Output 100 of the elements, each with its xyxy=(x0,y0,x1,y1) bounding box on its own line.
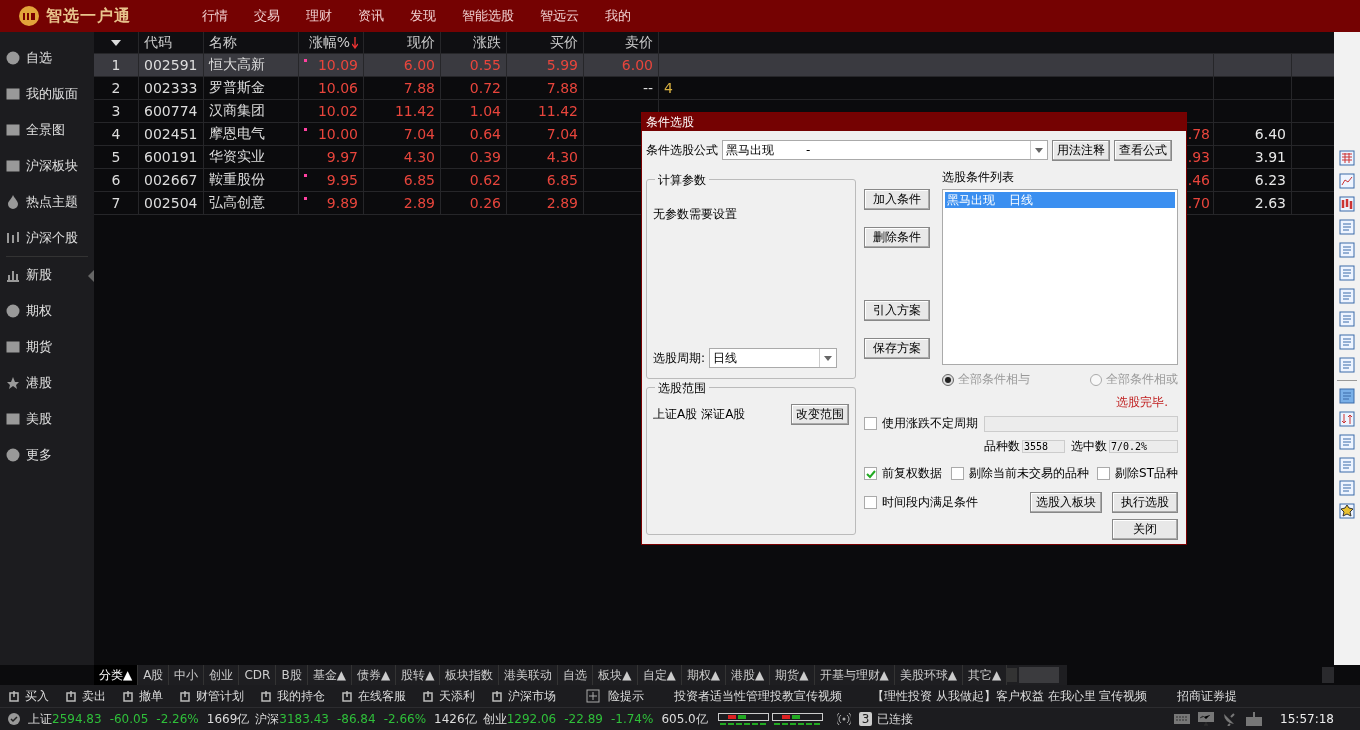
sidebar-item[interactable]: 沪深板块 xyxy=(0,148,80,184)
market-tab[interactable]: 基金▲ xyxy=(307,665,352,685)
table-row[interactable]: 2 002333 罗普斯金 10.06 7.88 0.72 7.88 -- 4 xyxy=(94,77,1334,100)
market-tab[interactable]: 股转▲ xyxy=(396,665,441,685)
period-field[interactable] xyxy=(984,415,1178,432)
status-message: 选股完毕. xyxy=(1116,394,1168,411)
checkbox[interactable]: 剔除当前未交易的品种 xyxy=(950,465,1089,482)
market-tab[interactable]: 分类▲ xyxy=(94,665,139,685)
dialog-button[interactable]: 加入条件 xyxy=(864,189,930,210)
news-ticker-text[interactable]: 投资者适当性管理投教宣传视频 xyxy=(674,687,842,705)
market-tab[interactable]: A股 xyxy=(138,665,170,685)
column-header[interactable]: 代码 xyxy=(144,33,172,52)
market-tab[interactable]: 板块指数 xyxy=(440,665,500,685)
dialog-button[interactable]: 选股入板块 xyxy=(1030,492,1102,513)
table-cell: 600191 xyxy=(139,146,204,168)
column-header[interactable]: 涨幅% xyxy=(308,33,350,52)
menu-item[interactable]: 发现 xyxy=(397,7,449,25)
document-icon[interactable] xyxy=(1339,219,1355,235)
candlestick-icon[interactable] xyxy=(1339,196,1355,212)
sidebar-item[interactable]: 全景图 xyxy=(0,112,80,148)
add-icon[interactable] xyxy=(586,689,600,703)
sidebar-item[interactable]: 期货 xyxy=(0,329,80,365)
column-header[interactable]: 名称 xyxy=(209,33,237,52)
toolbar-button[interactable]: 我的持仓 xyxy=(260,687,325,705)
table-cell: 002333 xyxy=(139,77,204,99)
grid-icon[interactable] xyxy=(1339,150,1355,166)
market-tab[interactable]: 美股环球▲ xyxy=(894,665,963,685)
row-number: 1 xyxy=(94,54,139,76)
market-tab[interactable]: 自定▲ xyxy=(637,665,682,685)
sidebar-item[interactable]: 更多 xyxy=(0,437,80,473)
column-header[interactable]: 卖价 xyxy=(625,33,653,52)
dialog-button[interactable]: 引入方案 xyxy=(864,300,930,321)
market-tab[interactable]: 港股▲ xyxy=(726,665,771,685)
toolbar-button[interactable]: 在线客服 xyxy=(341,687,406,705)
toolbar-button[interactable]: 买入 xyxy=(8,687,49,705)
sidebar-item[interactable]: 我的版面 xyxy=(0,76,80,112)
sidebar-item[interactable]: 新股 xyxy=(0,257,80,293)
market-tab[interactable]: 期权▲ xyxy=(681,665,727,685)
column-header[interactable]: 现价 xyxy=(407,33,435,52)
period-dropdown[interactable]: 日线 xyxy=(709,348,838,368)
close-button[interactable]: 关闭 xyxy=(1112,519,1178,540)
keyboard-icon[interactable] xyxy=(1174,713,1191,725)
dialog-button[interactable]: 查看公式 xyxy=(1114,139,1172,161)
sidebar-item[interactable]: 沪深个股 xyxy=(0,220,80,256)
news-ticker-text[interactable]: 【理性投资 从我做起】客户权益 在我心里 宣传视频 xyxy=(872,687,1148,705)
table-cell: 7.04 xyxy=(364,123,441,145)
market-tab[interactable]: CDR xyxy=(239,665,277,685)
table-cell: 002667 xyxy=(139,169,204,191)
market-tab[interactable]: 港美联动 xyxy=(499,665,559,685)
column-header[interactable]: 涨跌 xyxy=(473,33,501,52)
market-tab[interactable]: 其它▲ xyxy=(963,665,1008,685)
menu-item[interactable]: 行情 xyxy=(189,7,241,25)
table-cell: 0.64 xyxy=(441,123,507,145)
market-tab[interactable]: 中小 xyxy=(169,665,205,685)
toolbar-button[interactable]: 天添利 xyxy=(422,687,475,705)
menu-item[interactable]: 交易 xyxy=(241,7,293,25)
dialog-button[interactable]: 用法注释 xyxy=(1052,139,1110,161)
checkbox[interactable]: 时间段内满足条件 xyxy=(864,494,978,511)
checkbox[interactable]: 前复权数据 xyxy=(864,465,942,482)
index-name: 上证 xyxy=(28,710,52,728)
market-tab[interactable]: 板块▲ xyxy=(593,665,638,685)
toolbar-button[interactable]: 财管计划 xyxy=(179,687,244,705)
dropdown-icon[interactable] xyxy=(111,39,121,46)
menu-item[interactable]: 资讯 xyxy=(345,7,397,25)
news-ticker-text[interactable]: 险提示 xyxy=(608,687,644,705)
menu-item[interactable]: 智远云 xyxy=(527,7,592,25)
column-header[interactable]: 买价 xyxy=(550,33,578,52)
sidebar-item[interactable]: 自选 xyxy=(0,40,80,76)
table-cell: 6.23 xyxy=(1254,172,1286,188)
menu-item[interactable]: 理财 xyxy=(293,7,345,25)
market-tab[interactable]: 开基与理财▲ xyxy=(814,665,895,685)
market-tab[interactable]: 自选 xyxy=(558,665,594,685)
toolbar-button[interactable]: 撤单 xyxy=(122,687,163,705)
group-title: 计算参数 xyxy=(655,172,709,189)
market-tab[interactable]: 期货▲ xyxy=(770,665,815,685)
index-volume: 605.0亿 xyxy=(661,710,708,728)
formula-dropdown[interactable]: 黑马出现 - xyxy=(722,140,1048,160)
dialog-button[interactable]: 保存方案 xyxy=(864,338,930,359)
toolbar-button[interactable]: 沪深市场 xyxy=(491,687,556,705)
news-ticker-text[interactable]: 招商证券提 xyxy=(1177,687,1238,705)
dialog-button[interactable]: 删除条件 xyxy=(864,227,930,248)
market-tab[interactable]: B股 xyxy=(276,665,308,685)
market-tab[interactable]: 债券▲ xyxy=(351,665,397,685)
toolbar-button[interactable]: 卖出 xyxy=(65,687,106,705)
arrows-icon[interactable] xyxy=(1339,411,1355,427)
sidebar-item[interactable]: 港股 xyxy=(0,365,80,401)
dialog-button[interactable]: 执行选股 xyxy=(1112,492,1178,513)
market-tab[interactable]: 创业 xyxy=(204,665,240,685)
sidebar-item[interactable]: 期权 xyxy=(0,293,80,329)
sidebar-item[interactable]: 美股 xyxy=(0,401,80,437)
scrollbar[interactable] xyxy=(1007,665,1068,685)
menu-item[interactable]: 我的 xyxy=(592,7,644,25)
table-cell: 002504 xyxy=(139,192,204,214)
menu-item[interactable]: 智能选股 xyxy=(449,7,527,25)
checkbox[interactable]: 使用涨跌不定周期 xyxy=(864,415,978,432)
dialog-button[interactable]: 改变范围 xyxy=(791,404,849,425)
checkbox[interactable]: 剔除ST品种 xyxy=(1097,465,1178,482)
table-row[interactable]: 1 002591 恒大高新 10.09 6.00 0.55 5.99 6.00 xyxy=(94,54,1334,77)
monitor-icon[interactable] xyxy=(1198,712,1215,726)
sidebar-item[interactable]: 热点主题 xyxy=(0,184,80,220)
